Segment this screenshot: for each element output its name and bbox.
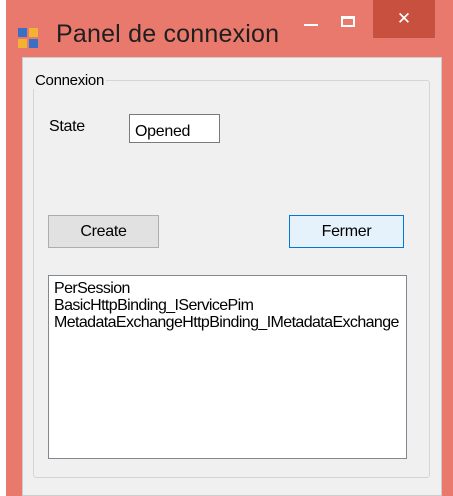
- fermer-button[interactable]: Fermer: [289, 215, 404, 248]
- create-button[interactable]: Create: [48, 215, 159, 248]
- bindings-listbox[interactable]: PerSession BasicHttpBinding_IServicePim …: [48, 275, 407, 459]
- state-field[interactable]: [129, 114, 220, 143]
- window-title: Panel de connexion: [56, 20, 280, 48]
- maximize-button[interactable]: [328, 4, 368, 38]
- state-label: State: [49, 118, 85, 135]
- list-item[interactable]: MetadataExchangeHttpBinding_IMetadataExc…: [54, 314, 406, 331]
- list-item[interactable]: BasicHttpBinding_IServicePim: [54, 297, 406, 314]
- connexion-groupbox-label: Connexion: [33, 72, 107, 89]
- close-button[interactable]: ✕: [373, 0, 435, 38]
- minimize-button[interactable]: [296, 4, 326, 38]
- list-item[interactable]: PerSession: [54, 280, 406, 297]
- window: Panel de connexion ✕ Connexion State Cre…: [6, 0, 453, 496]
- client-area: Connexion State Create Fermer PerSession…: [22, 57, 442, 496]
- maximize-icon: [341, 15, 355, 27]
- minimize-icon: [304, 24, 318, 26]
- app-form-icon: [18, 28, 40, 50]
- close-icon: ✕: [396, 8, 412, 29]
